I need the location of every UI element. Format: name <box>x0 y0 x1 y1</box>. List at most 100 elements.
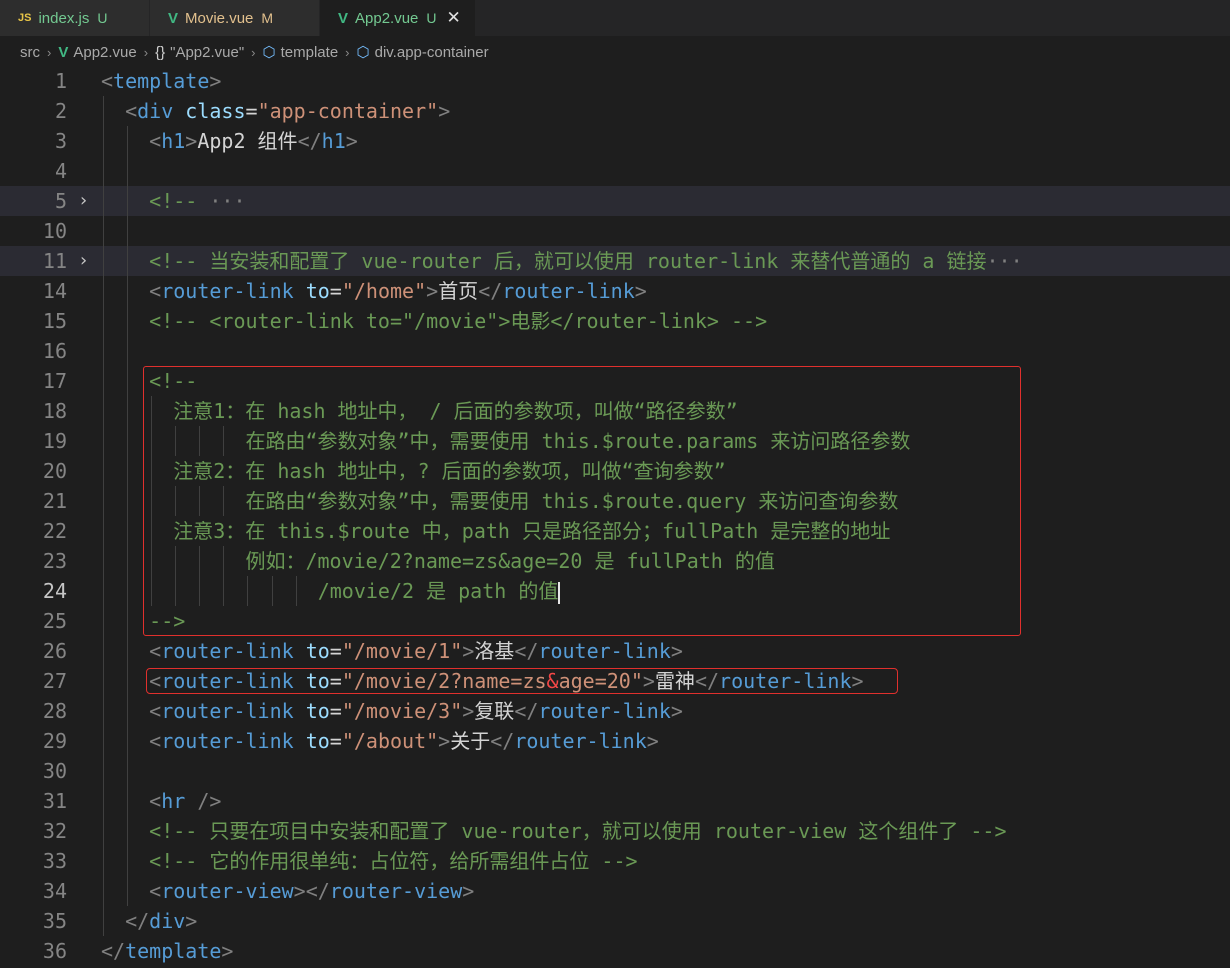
token: App2 组件 <box>197 129 298 153</box>
token: > <box>462 699 475 723</box>
code-line[interactable]: 29 <router-link to="/about">关于</router-li… <box>0 726 1230 756</box>
line-number: 2 <box>54 99 67 123</box>
annotation-box-line-27 <box>146 668 898 694</box>
token: <!-- 它的作用很单纯：占位符，给所需组件占位 --> <box>149 849 638 873</box>
token: > <box>462 639 475 663</box>
chevron-right-icon: › <box>47 44 52 60</box>
token: < <box>125 99 138 123</box>
token: ··· <box>986 249 1023 273</box>
code-line[interactable]: 36 </template> <box>0 936 1230 966</box>
git-status-badge: U <box>97 10 108 26</box>
line-number: 25 <box>42 609 67 633</box>
fold-chevron-icon[interactable]: › <box>78 186 89 216</box>
indent-guide <box>127 336 129 366</box>
tab-app2-vue[interactable]: V App2.vue U ✕ <box>320 0 476 36</box>
code-line[interactable]: 5 › <!-- ··· <box>0 186 1230 216</box>
code-line[interactable]: 2 <div class="app-container"> <box>0 96 1230 126</box>
line-number: 17 <box>42 369 67 393</box>
fold-chevron-icon[interactable]: › <box>78 246 89 276</box>
code-text: <!-- ··· <box>149 186 245 216</box>
breadcrumb-element[interactable]: div.app-container <box>375 44 489 61</box>
indent-guide <box>103 456 104 486</box>
code-line[interactable]: 32 <!-- 只要在项目中安装和配置了 vue-router，就可以使用 rou… <box>0 816 1230 846</box>
token: > <box>426 279 439 303</box>
token: > <box>670 699 683 723</box>
token: to <box>305 729 330 753</box>
indent-guide <box>127 486 129 516</box>
line-number: 36 <box>42 939 67 963</box>
token: router-view <box>329 879 463 903</box>
indent-guide <box>103 336 104 366</box>
indent-guide <box>127 876 129 906</box>
code-line[interactable]: 4 <box>0 156 1230 186</box>
breadcrumb-folder[interactable]: src <box>20 44 40 61</box>
token: > <box>185 909 198 933</box>
token: <!-- <router-link to="/movie">电影</router… <box>149 309 768 333</box>
code-line[interactable]: 15 <!-- <router-link to="/movie">电影</rout… <box>0 306 1230 336</box>
indent-guide <box>127 846 129 876</box>
token: "/movie/1" <box>341 639 463 663</box>
code-line[interactable]: 30 <box>0 756 1230 786</box>
code-text: <router-view></router-view> <box>149 876 474 906</box>
token: div <box>137 99 174 123</box>
code-text: </div> <box>125 906 197 936</box>
line-number: 22 <box>42 519 67 543</box>
token: = <box>245 99 258 123</box>
code-text: <template> <box>101 66 221 96</box>
code-line[interactable]: 33 <!-- 它的作用很单纯：占位符，给所需组件占位 --> <box>0 846 1230 876</box>
chevron-right-icon: › <box>345 44 350 60</box>
code-line[interactable]: 11 › <!-- 当安装和配置了 vue-router 后，就可以使用 route… <box>0 246 1230 276</box>
token: = <box>329 639 342 663</box>
token: <!-- <box>149 189 210 213</box>
code-line[interactable]: 16 <box>0 336 1230 366</box>
indent-guide <box>103 726 104 756</box>
indent-guide <box>103 636 104 666</box>
token: to <box>305 699 330 723</box>
indent-guide <box>103 216 104 246</box>
tab-label: App2.vue <box>355 9 419 27</box>
close-icon[interactable]: ✕ <box>447 8 461 28</box>
code-line[interactable]: 28 <router-link to="/movie/3">复联</router-… <box>0 696 1230 726</box>
token: ></ <box>293 879 330 903</box>
breadcrumb-template[interactable]: template <box>281 44 339 61</box>
line-number: 10 <box>42 219 67 243</box>
cube-icon: ⬡ <box>262 44 276 61</box>
token: > <box>185 129 198 153</box>
indent-guide <box>127 126 129 156</box>
tab-movie-vue[interactable]: V Movie.vue M <box>150 0 320 36</box>
token: < <box>149 639 162 663</box>
chevron-right-icon: › <box>143 44 149 60</box>
indent-guide <box>103 186 104 216</box>
code-line[interactable]: 31 <hr /> <box>0 786 1230 816</box>
code-line[interactable]: 35 </div> <box>0 906 1230 936</box>
code-line[interactable]: 14 <router-link to="/home">首页</router-lin… <box>0 276 1230 306</box>
token: div <box>149 909 186 933</box>
tab-index-js[interactable]: JS index.js U <box>0 0 150 36</box>
line-number: 24 <box>42 579 67 603</box>
token: "app-container" <box>257 99 439 123</box>
indent-guide <box>103 846 104 876</box>
token: < <box>149 129 162 153</box>
token: < <box>149 789 162 813</box>
token: </ <box>490 729 515 753</box>
token: < <box>149 699 162 723</box>
breadcrumb-component[interactable]: "App2.vue" <box>170 44 244 61</box>
indent-guide <box>103 816 104 846</box>
line-number: 14 <box>42 279 67 303</box>
breadcrumb-file[interactable]: App2.vue <box>73 44 136 61</box>
code-text: <h1>App2 组件</h1> <box>149 126 358 156</box>
indent-guide <box>103 546 104 576</box>
token: > <box>438 729 451 753</box>
code-line[interactable]: 3 <h1>App2 组件</h1> <box>0 126 1230 156</box>
code-line[interactable]: 34 <router-view></router-view> <box>0 876 1230 906</box>
token: "/movie/3" <box>341 699 463 723</box>
code-text: <router-link to="/movie/1">洛基</router-li… <box>149 636 683 666</box>
code-line[interactable]: 10 <box>0 216 1230 246</box>
line-number: 28 <box>42 699 67 723</box>
token: h1 <box>161 129 186 153</box>
code-line[interactable]: 26 <router-link to="/movie/1">洛基</router-… <box>0 636 1230 666</box>
indent-guide <box>127 186 129 216</box>
token: router-link <box>161 639 294 663</box>
code-line[interactable]: 1 <template> <box>0 66 1230 96</box>
